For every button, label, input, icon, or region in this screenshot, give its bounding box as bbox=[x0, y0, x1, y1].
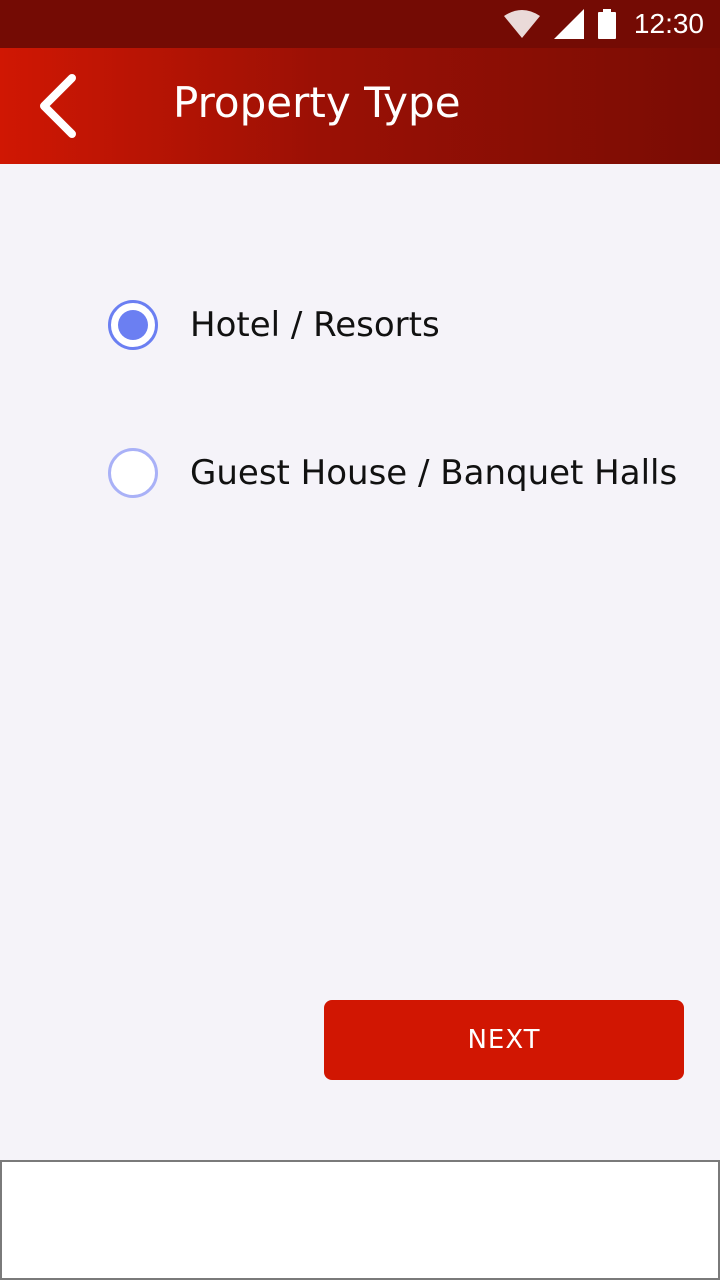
radio-label: Guest House / Banquet Halls bbox=[190, 453, 678, 493]
status-icons: 12:30 bbox=[503, 8, 704, 40]
bottom-panel bbox=[0, 1160, 720, 1280]
app-bar: Property Type bbox=[0, 48, 720, 164]
radio-label: Hotel / Resorts bbox=[190, 305, 440, 345]
status-bar: 12:30 bbox=[0, 0, 720, 48]
property-type-form: Hotel / Resorts Guest House / Banquet Ha… bbox=[0, 164, 720, 1160]
radio-dot bbox=[118, 310, 148, 340]
page-title: Property Type bbox=[173, 78, 461, 127]
back-button[interactable] bbox=[26, 74, 90, 142]
radio-button-unchecked[interactable] bbox=[108, 448, 158, 498]
radio-option-hotel-resorts[interactable]: Hotel / Resorts bbox=[108, 300, 440, 350]
battery-icon bbox=[597, 9, 616, 39]
radio-option-guest-house-banquet-halls[interactable]: Guest House / Banquet Halls bbox=[108, 448, 677, 498]
wifi-icon bbox=[503, 10, 540, 38]
chevron-left-icon bbox=[34, 74, 82, 142]
status-time: 12:30 bbox=[633, 8, 704, 39]
radio-button-checked[interactable] bbox=[108, 300, 158, 350]
signal-icon bbox=[553, 9, 584, 39]
next-button[interactable]: NEXT bbox=[324, 1000, 684, 1080]
